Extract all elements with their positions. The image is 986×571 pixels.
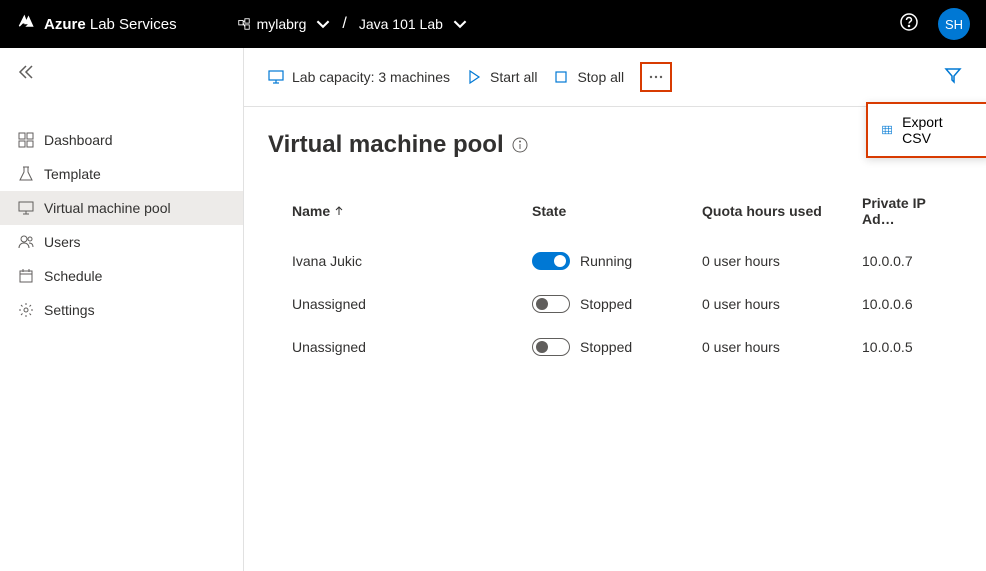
cell-quota: 0 user hours [702,296,862,312]
stop-all-button[interactable]: Stop all [553,69,624,85]
column-ip[interactable]: Private IP Ad… [862,195,938,227]
collapse-sidebar-button[interactable] [0,56,243,93]
main: Lab capacity: 3 machines Start all Stop … [244,48,986,571]
sidebar-item-settings[interactable]: Settings [0,293,243,327]
breadcrumb-separator: / [342,15,346,33]
state-toggle[interactable] [532,252,570,270]
cell-ip: 10.0.0.6 [862,296,938,312]
cell-name: Unassigned [292,296,532,312]
start-all-button[interactable]: Start all [466,69,537,85]
start-all-label: Start all [490,69,537,85]
cell-state: Stopped [532,295,702,313]
cell-ip: 10.0.0.7 [862,253,938,269]
breadcrumb: mylabrg / Java 101 Lab [237,15,467,33]
cell-quota: 0 user hours [702,253,862,269]
toolbar: Lab capacity: 3 machines Start all Stop … [244,48,986,107]
state-label: Stopped [580,339,632,355]
cell-ip: 10.0.0.5 [862,339,938,355]
sidebar-item-virtual-machine-pool[interactable]: Virtual machine pool [0,191,243,225]
cell-name: Ivana Jukic [292,253,532,269]
more-actions-dropdown: Export CSV [866,102,986,158]
cell-name: Unassigned [292,339,532,355]
help-icon[interactable] [900,13,918,36]
sidebar-item-label: Virtual machine pool [44,200,171,216]
azure-icon [16,12,36,37]
breadcrumb-resource-group[interactable]: mylabrg [237,16,331,32]
sidebar-item-schedule[interactable]: Schedule [0,259,243,293]
more-actions-button[interactable] [640,62,672,92]
sidebar-item-label: Dashboard [44,132,113,148]
sidebar-item-label: Schedule [44,268,102,284]
sidebar-item-label: Template [44,166,101,182]
stop-all-label: Stop all [577,69,624,85]
state-label: Stopped [580,296,632,312]
filter-button[interactable] [944,66,962,89]
info-icon[interactable] [512,137,528,153]
top-header: Azure Lab Services mylabrg / Java 101 La… [0,0,986,48]
table-header: Name State Quota hours used Private IP A… [268,183,962,239]
sort-asc-icon [334,206,344,216]
table-row[interactable]: Unassigned Stopped 0 user hours 10.0.0.5 [268,325,962,368]
page-title: Virtual machine pool [268,131,962,159]
sidebar-item-label: Users [44,234,81,250]
lab-capacity-button[interactable]: Lab capacity: 3 machines [268,69,450,85]
chevron-down-icon [316,17,330,31]
state-toggle[interactable] [532,338,570,356]
sidebar: Dashboard Template Virtual machine pool … [0,48,244,571]
column-name[interactable]: Name [292,203,532,219]
column-state[interactable]: State [532,203,702,219]
column-quota[interactable]: Quota hours used [702,203,862,219]
lab-capacity-label: Lab capacity: 3 machines [292,69,450,85]
cell-quota: 0 user hours [702,339,862,355]
sidebar-item-users[interactable]: Users [0,225,243,259]
sidebar-item-dashboard[interactable]: Dashboard [0,123,243,157]
avatar[interactable]: SH [938,8,970,40]
cell-state: Running [532,252,702,270]
cell-state: Stopped [532,338,702,356]
export-csv-label: Export CSV [902,114,948,146]
export-csv-button[interactable]: Export CSV [866,102,986,158]
brand-text: Azure Lab Services [44,16,177,33]
sidebar-item-template[interactable]: Template [0,157,243,191]
logo[interactable]: Azure Lab Services [16,12,177,37]
vm-table: Name State Quota hours used Private IP A… [268,183,962,368]
state-toggle[interactable] [532,295,570,313]
state-label: Running [580,253,632,269]
chevron-down-icon [453,17,467,31]
table-row[interactable]: Ivana Jukic Running 0 user hours 10.0.0.… [268,239,962,282]
breadcrumb-lab[interactable]: Java 101 Lab [359,16,467,32]
sidebar-item-label: Settings [44,302,95,318]
table-row[interactable]: Unassigned Stopped 0 user hours 10.0.0.6 [268,282,962,325]
